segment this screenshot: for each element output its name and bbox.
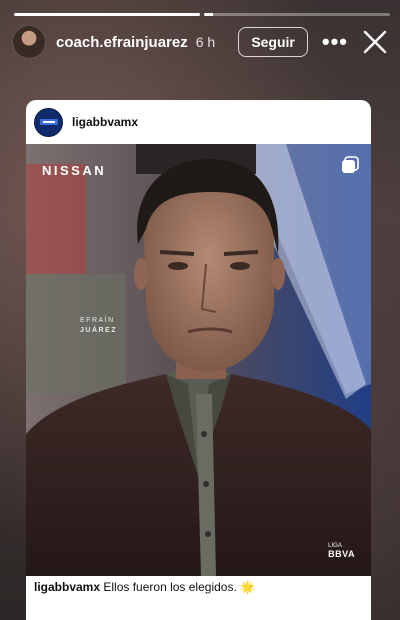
more-options-icon[interactable]: ••• — [322, 31, 348, 53]
post-caption: ligabbvamx Ellos fueron los elegidos. 🌟 — [34, 580, 363, 594]
player-last-name: JUÁREZ — [80, 327, 118, 334]
coach-portrait — [26, 144, 371, 576]
liga-logo-icon — [39, 119, 58, 125]
post-header: ligabbvamx — [26, 100, 371, 144]
story-username[interactable]: coach.efrainjuarez — [56, 34, 188, 51]
league-logo-bottom: BBVA — [328, 549, 355, 559]
league-logo: LIGA BBVA — [328, 542, 355, 560]
multiple-photos-icon — [342, 156, 359, 173]
story-time: 6 h — [195, 34, 216, 50]
progress-segment-2 — [204, 13, 390, 16]
progress-segment-1 — [14, 13, 200, 16]
follow-button[interactable]: Seguir — [238, 27, 308, 57]
close-icon[interactable] — [362, 29, 388, 55]
story-progress — [14, 13, 390, 16]
sponsor-logo: NISSAN — [42, 163, 107, 178]
avatar[interactable] — [12, 25, 46, 59]
shared-post-card[interactable]: ligabbvamx NISSAN EFRAÍN JUÁREZ LIGA BBV… — [26, 100, 371, 620]
post-photo: NISSAN EFRAÍN JUÁREZ LIGA BBVA — [26, 144, 371, 576]
post-avatar[interactable] — [34, 107, 63, 137]
player-first-name: EFRAÍN — [80, 317, 115, 324]
post-username[interactable]: ligabbvamx — [72, 115, 138, 129]
story-header: coach.efrainjuarez 6 h Seguir ••• — [12, 24, 388, 60]
caption-text: Ellos fueron los elegidos. 🌟 — [103, 580, 256, 594]
caption-username[interactable]: ligabbvamx — [34, 580, 100, 594]
